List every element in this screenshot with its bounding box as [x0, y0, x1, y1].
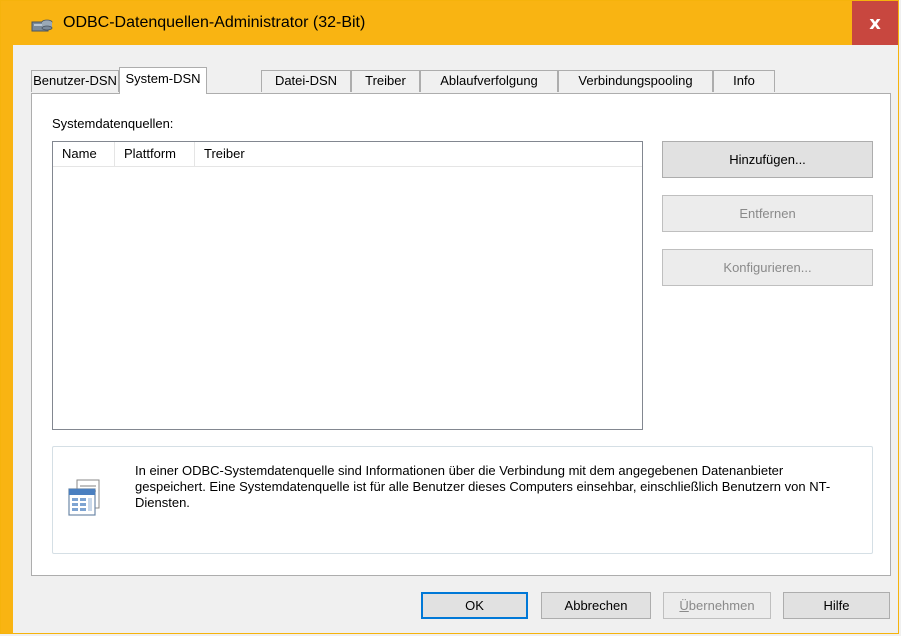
system-dsn-panel: Systemdatenquellen: Name Plattform Treib… — [31, 93, 891, 576]
odbc-app-icon — [31, 19, 53, 32]
tab-info[interactable]: Info — [713, 70, 775, 92]
list-header: Name Plattform Treiber — [53, 142, 642, 167]
odbc-admin-window: ODBC-Datenquellen-Administrator (32-Bit)… — [0, 0, 899, 634]
info-box: In einer ODBC-Systemdatenquelle sind Inf… — [52, 446, 873, 554]
close-button[interactable]: x — [852, 1, 898, 45]
remove-button[interactable]: Entfernen — [662, 195, 873, 232]
window-border-accent — [1, 45, 13, 633]
apply-button[interactable]: Übernehmen — [663, 592, 771, 619]
apply-accelerator: Ü — [679, 598, 689, 613]
column-header-name[interactable]: Name — [53, 142, 115, 166]
close-icon: x — [869, 12, 881, 34]
add-button[interactable]: Hinzufügen... — [662, 141, 873, 178]
ok-button[interactable]: OK — [421, 592, 528, 619]
tab-treiber[interactable]: Treiber — [351, 70, 420, 92]
info-description: In einer ODBC-Systemdatenquelle sind Inf… — [135, 463, 831, 510]
column-header-treiber[interactable]: Treiber — [195, 142, 642, 166]
systemdatenquellen-label: Systemdatenquellen: — [52, 116, 174, 131]
data-source-list[interactable]: Name Plattform Treiber — [52, 141, 643, 430]
apply-label: bernehmen — [688, 598, 755, 613]
tab-verbindungspooling[interactable]: Verbindungspooling — [558, 70, 713, 92]
help-button[interactable]: Hilfe — [783, 592, 890, 619]
title-bar[interactable]: ODBC-Datenquellen-Administrator (32-Bit)… — [1, 1, 898, 45]
column-header-plattform[interactable]: Plattform — [115, 142, 195, 166]
cancel-button[interactable]: Abbrechen — [541, 592, 651, 619]
tab-system-dsn[interactable]: System-DSN — [119, 67, 207, 94]
configure-button[interactable]: Konfigurieren... — [662, 249, 873, 286]
tab-datei-dsn[interactable]: Datei-DSN — [261, 70, 351, 92]
datasource-icon — [68, 479, 100, 516]
window-title: ODBC-Datenquellen-Administrator (32-Bit) — [63, 14, 366, 31]
tab-ablaufverfolgung[interactable]: Ablaufverfolgung — [420, 70, 558, 92]
tab-benutzer-dsn[interactable]: Benutzer-DSN — [31, 70, 119, 92]
